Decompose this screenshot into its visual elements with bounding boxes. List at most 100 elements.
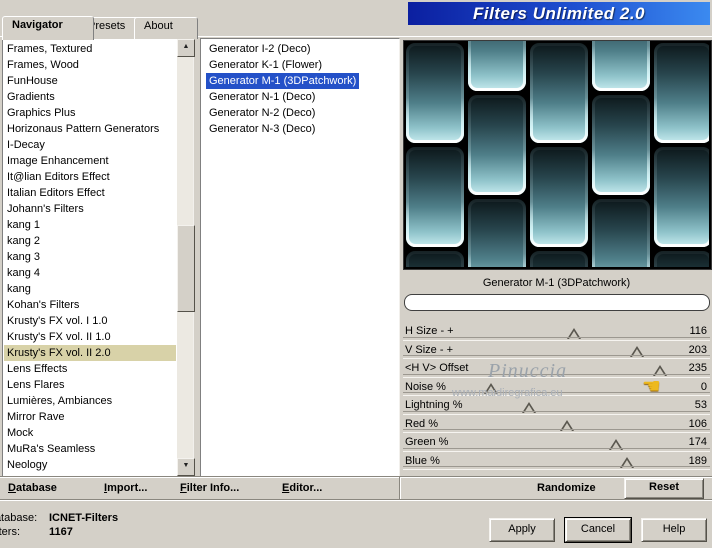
slider-track[interactable]: [491, 452, 674, 471]
tab-navigator[interactable]: Navigator: [2, 16, 94, 40]
preview-caption: Generator M-1 (3DPatchwork): [482, 277, 631, 289]
thumb-face: [621, 460, 632, 468]
tab-about[interactable]: About: [134, 17, 198, 39]
status-bar: Database: ICNET-Filters Filters: 1167: [0, 511, 118, 539]
scrollbar-thumb[interactable]: [177, 225, 195, 313]
scrollbar-track[interactable]: [177, 57, 195, 458]
category-item[interactable]: Mirror Rave: [4, 409, 176, 425]
status-database-row: Database: ICNET-Filters: [0, 511, 118, 525]
category-item[interactable]: kang 2: [4, 233, 176, 249]
category-item[interactable]: kang 3: [4, 249, 176, 265]
category-item[interactable]: Horizonaus Pattern Generators: [4, 121, 176, 137]
thumb-face: [610, 441, 621, 450]
category-list: Frames, Textured Frames, Wood FunHouse G…: [2, 38, 195, 477]
slider-label: Green %: [405, 436, 449, 448]
database-button-underline: D: [8, 482, 16, 494]
slider-track[interactable]: [491, 322, 674, 341]
slider-track[interactable]: [491, 433, 674, 452]
editor-button[interactable]: Editor...: [282, 482, 322, 494]
filter-item-label: Generator N-3 (Deco): [209, 123, 316, 135]
thumb-face: [569, 330, 580, 339]
help-button[interactable]: Help: [641, 518, 707, 542]
slider-value: 53: [694, 399, 707, 411]
status-filters-label: Filters:: [0, 526, 20, 538]
filter-item[interactable]: Generator I-2 (Deco): [202, 41, 398, 57]
slider-value: 0: [700, 380, 707, 393]
category-item[interactable]: Mock: [4, 425, 176, 441]
category-item-selected[interactable]: Krusty's FX vol. II 2.0: [4, 345, 176, 361]
slider-row-hsize: H Size - + 116: [403, 322, 710, 341]
category-item[interactable]: Lens Effects: [4, 361, 176, 377]
category-item[interactable]: Graphics Plus: [4, 105, 176, 121]
database-button-label: atabase: [15, 482, 57, 494]
filter-item[interactable]: Generator K-1 (Flower): [202, 57, 398, 73]
category-item[interactable]: Krusty's FX vol. II 1.0: [4, 329, 176, 345]
slider-track[interactable]: [491, 415, 674, 434]
filter-item[interactable]: Generator N-3 (Deco): [202, 121, 398, 137]
slider-thumb[interactable]: [560, 420, 575, 431]
slider-row-blue: Blue % 189: [403, 452, 710, 471]
slider-thumb[interactable]: [608, 438, 623, 450]
status-filters-value: 1167: [49, 526, 73, 538]
toolbar-vertical-separator: [399, 477, 401, 499]
filter-items: Generator I-2 (Deco) Generator K-1 (Flow…: [202, 41, 398, 475]
filter-info-button-underline: F: [180, 482, 187, 494]
category-item[interactable]: Lens Flares: [4, 377, 176, 393]
filter-item-label: Generator N-1 (Deco): [209, 91, 316, 103]
category-item[interactable]: MuRa's Seamless: [4, 441, 176, 457]
filter-item[interactable]: Generator N-2 (Deco): [202, 105, 398, 121]
slider-thumb[interactable]: [619, 457, 634, 468]
slider-label: <H V> Offset: [405, 362, 469, 374]
slider-value: 106: [688, 417, 707, 430]
randomize-button[interactable]: Randomize: [537, 482, 596, 494]
category-item[interactable]: Neology: [4, 457, 176, 473]
slider-thumb[interactable]: [629, 346, 644, 357]
category-item[interactable]: kang: [4, 281, 176, 297]
category-item[interactable]: FunHouse: [4, 73, 176, 89]
reset-button[interactable]: Reset: [624, 478, 704, 499]
slider-thumb[interactable]: [567, 327, 582, 339]
filter-item-label: Generator M-1 (3DPatchwork): [206, 73, 360, 89]
filter-item-label: Generator I-2 (Deco): [209, 43, 311, 55]
scroll-up-button[interactable]: ▲: [177, 39, 195, 57]
database-button[interactable]: Database: [8, 482, 57, 494]
preview-pattern: [404, 41, 709, 267]
category-item[interactable]: Johann's Filters: [4, 201, 176, 217]
category-item[interactable]: Lumières, Ambiances: [4, 393, 176, 409]
status-database-value: ICNET-Filters: [49, 512, 119, 524]
editor-button-label: ditor...: [289, 482, 323, 494]
filter-item[interactable]: Generator N-1 (Deco): [202, 89, 398, 105]
category-item[interactable]: Image Enhancement: [4, 153, 176, 169]
import-button-label: mport...: [107, 482, 148, 494]
slider-value: 174: [688, 436, 707, 448]
slider-label: Noise %: [405, 380, 446, 393]
category-item[interactable]: Frames, Textured: [4, 41, 176, 57]
cancel-button[interactable]: Cancel: [565, 518, 631, 542]
category-item[interactable]: Gradients: [4, 89, 176, 105]
category-scrollbar[interactable]: ▲ ▼: [177, 39, 195, 476]
category-item[interactable]: Krusty's FX vol. I 1.0: [4, 313, 176, 329]
category-item[interactable]: It@lian Editors Effect: [4, 169, 176, 185]
category-item[interactable]: Kohan's Filters: [4, 297, 176, 313]
thumb-face: [631, 349, 642, 357]
slider-value: 235: [688, 362, 707, 374]
filter-list: Generator I-2 (Deco) Generator K-1 (Flow…: [200, 38, 400, 477]
filters-unlimited-window: Filters Unlimited 2.0 Navigator Presets …: [0, 0, 712, 548]
slider-track[interactable]: [491, 341, 674, 360]
filter-item-label: Generator N-2 (Deco): [209, 107, 316, 119]
category-item[interactable]: Italian Editors Effect: [4, 185, 176, 201]
category-item[interactable]: kang 4: [4, 265, 176, 281]
category-item[interactable]: kang 1: [4, 217, 176, 233]
slider-thumb[interactable]: [522, 401, 537, 413]
apply-button[interactable]: Apply: [489, 518, 555, 542]
import-button[interactable]: Import...: [104, 482, 147, 494]
filter-item-selected[interactable]: Generator M-1 (3DPatchwork): [202, 73, 398, 89]
status-database-label: Database:: [0, 512, 38, 524]
slider-label: V Size - +: [405, 343, 453, 356]
filter-info-button[interactable]: Filter Info...: [180, 482, 239, 494]
slider-label: Lightning %: [405, 399, 463, 411]
category-item[interactable]: I-Decay: [4, 137, 176, 153]
slider-row-red: Red % 106: [403, 415, 710, 434]
category-item[interactable]: Frames, Wood: [4, 57, 176, 73]
scroll-down-button[interactable]: ▼: [177, 458, 195, 476]
